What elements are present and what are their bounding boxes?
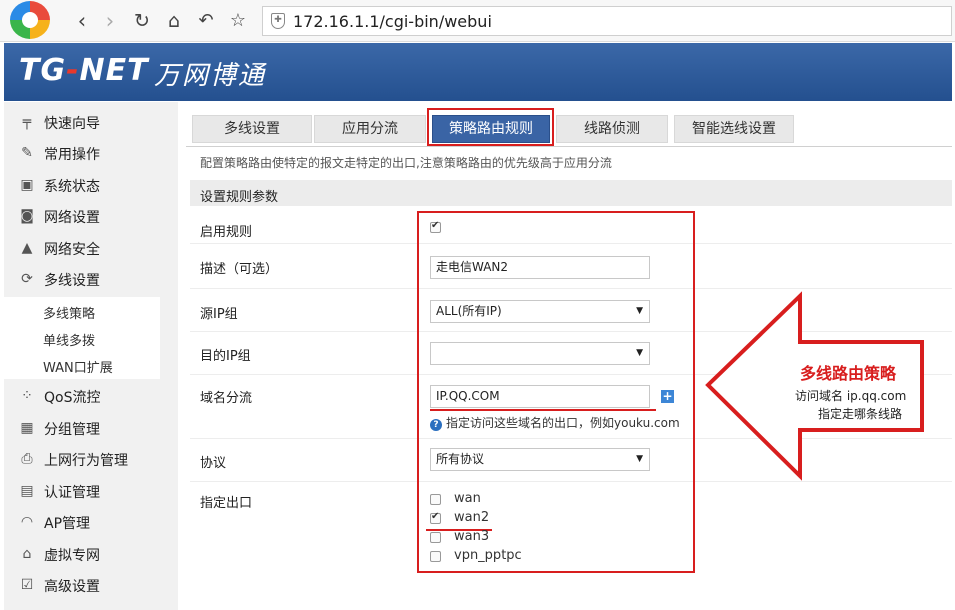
sidebar-item-ap-management[interactable]: ◠ AP管理 xyxy=(4,507,178,537)
domain-split-label: 域名分流 xyxy=(200,391,253,406)
sidebar-item-group-management[interactable]: ▦ 分组管理 xyxy=(4,413,178,443)
page-description: 配置策略路由使特定的报文走特定的出口,注意策略路由的优先级高于应用分流 xyxy=(200,156,612,170)
annotation-line2: 指定走哪条线路 xyxy=(818,407,903,421)
back-button[interactable]: ‹ xyxy=(70,8,94,34)
sidebar-item-qos[interactable]: ⁘ QoS流控 xyxy=(4,381,178,411)
group-icon: ▦ xyxy=(20,420,34,436)
network-icon: ◙ xyxy=(20,208,34,224)
outlet-label: 指定出口 xyxy=(200,496,253,511)
security-icon: ▲ xyxy=(21,240,33,256)
form-highlight-box xyxy=(417,211,695,573)
sidebar-item-quick-guide[interactable]: ╤ 快速向导 xyxy=(4,107,178,137)
section-title: 设置规则参数 xyxy=(200,190,279,205)
section-header xyxy=(190,180,952,206)
description-label: 描述（可选） xyxy=(200,262,279,277)
enable-rule-label: 启用规则 xyxy=(200,225,253,240)
pin-icon: ╤ xyxy=(22,114,32,130)
url-text[interactable]: 172.16.1.1/cgi-bin/webui xyxy=(293,12,492,31)
active-tab-highlight xyxy=(427,108,554,146)
sidebar-item-system-status[interactable]: ▣ 系统状态 xyxy=(4,170,178,200)
wrench-icon: ✎ xyxy=(21,145,33,161)
sidebar-item-auth-management[interactable]: ▤ 认证管理 xyxy=(4,476,178,506)
bookmark-star-button[interactable]: ☆ xyxy=(226,8,250,34)
tab-smart-line-select[interactable]: 智能选线设置 xyxy=(674,115,794,143)
behavior-icon: ⎙ xyxy=(21,451,33,467)
sidebar-item-multiline-settings[interactable]: ⟳ 多线设置 xyxy=(4,264,178,294)
tab-line-detect[interactable]: 线路侦测 xyxy=(556,115,668,143)
sidebar-subitem-wan-expand[interactable]: WAN口扩展 xyxy=(43,357,113,376)
ap-icon: ◠ xyxy=(20,514,34,530)
address-bar[interactable]: ✚ 172.16.1.1/cgi-bin/webui xyxy=(262,6,952,36)
sidebar-item-behavior-management[interactable]: ⎙ 上网行为管理 xyxy=(4,444,178,474)
tab-app-split[interactable]: 应用分流 xyxy=(314,115,426,143)
brand-logo: TG-NET xyxy=(19,53,149,88)
browser-toolbar: ‹ › ↻ ⌂ ↶ ☆ ✚ 172.16.1.1/cgi-bin/webui xyxy=(0,0,955,42)
sidebar-item-network-security[interactable]: ▲ 网络安全 xyxy=(4,233,178,263)
sidebar-item-common-ops[interactable]: ✎ 常用操作 xyxy=(4,138,178,168)
sidebar-item-network-settings[interactable]: ◙ 网络设置 xyxy=(4,201,178,231)
sidebar-subitem-multiline-policy[interactable]: 多线策略 xyxy=(43,303,95,322)
dst-ip-group-label: 目的IP组 xyxy=(200,349,251,364)
advanced-icon: ☑ xyxy=(20,577,34,593)
src-ip-group-label: 源IP组 xyxy=(200,307,238,322)
vpn-icon: ⌂ xyxy=(22,546,32,562)
home-button[interactable]: ⌂ xyxy=(162,8,186,34)
auth-icon: ▤ xyxy=(20,483,34,499)
browser-logo-icon xyxy=(10,1,50,39)
brand-name-cn: 万网博通 xyxy=(154,61,267,91)
sidebar-subitem-single-line-multidial[interactable]: 单线多拨 xyxy=(43,330,95,349)
protocol-label: 协议 xyxy=(200,456,227,471)
tab-bar: 多线设置 应用分流 策略路由规则 线路侦测 智能选线设置 xyxy=(186,112,952,146)
reload-button[interactable]: ↻ xyxy=(130,8,154,34)
tab-multiline-settings[interactable]: 多线设置 xyxy=(192,115,312,143)
header-banner: TG-NET 万网博通 xyxy=(4,43,952,101)
sidebar-item-vpn[interactable]: ⌂ 虚拟专网 xyxy=(4,539,178,569)
shield-icon: ✚ xyxy=(271,13,285,29)
multiline-icon: ⟳ xyxy=(21,271,33,287)
undo-button[interactable]: ↶ xyxy=(194,8,218,34)
annotation-line1: 访问域名 ip.qq.com xyxy=(795,389,907,403)
forward-button[interactable]: › xyxy=(98,8,122,34)
annotation-title: 多线路由策略 xyxy=(800,364,897,383)
monitor-icon: ▣ xyxy=(20,177,34,193)
qos-icon: ⁘ xyxy=(21,388,33,404)
sidebar-item-advanced-settings[interactable]: ☑ 高级设置 xyxy=(4,570,178,600)
